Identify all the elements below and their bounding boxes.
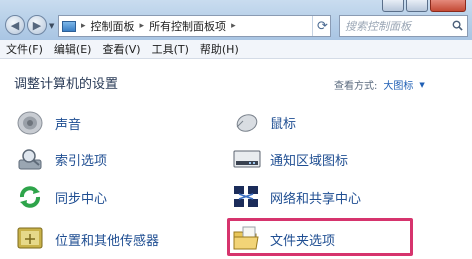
item-sync-center[interactable]: 同步中心 (55, 188, 107, 207)
location-sensors-icon (17, 227, 43, 249)
search-icon[interactable] (452, 20, 463, 31)
back-button[interactable]: ◀ (5, 15, 25, 35)
view-by-dropdown[interactable]: 大图标 (383, 77, 413, 92)
item-sync-center-label: 同步中心 (55, 192, 108, 207)
speaker-icon (17, 111, 43, 135)
control-panel-icon (62, 20, 76, 32)
breadcrumb-all-items[interactable]: 所有控制面板项 (149, 18, 226, 34)
title-bar: ◀ ▶ ▼ ▸ 控制面板 ▸ 所有控制面板项 ▸ ⟳ 搜索控制面板 (0, 0, 472, 40)
menu-help[interactable]: 帮助(H) (200, 41, 239, 57)
item-sound[interactable]: 声音 (55, 114, 81, 133)
item-network-sharing-center[interactable]: 网络和共享中心 (270, 188, 361, 207)
highlight-box (227, 218, 413, 256)
network-sharing-icon (234, 186, 258, 207)
breadcrumb-separator-icon[interactable]: ▸ (231, 21, 236, 31)
maximize-button[interactable] (406, 0, 428, 12)
breadcrumb-control-panel[interactable]: 控制面板 (91, 18, 135, 34)
forward-button[interactable]: ▶ (27, 15, 47, 35)
arrow-right-icon: ▶ (32, 18, 42, 32)
close-button[interactable] (430, 0, 466, 12)
item-network-sharing-center-label: 网络和共享中心 (270, 192, 362, 207)
view-by: 查看方式: 大图标 ▼ (334, 77, 425, 93)
menu-file[interactable]: 文件(F) (6, 41, 43, 57)
item-sound-label: 声音 (55, 118, 82, 133)
item-mouse-label: 鼠标 (270, 117, 297, 132)
menu-edit[interactable]: 编辑(E) (54, 41, 92, 57)
menu-bar: 文件(F) 编辑(E) 查看(V) 工具(T) 帮助(H) (0, 40, 472, 59)
breadcrumb-separator-icon[interactable]: ▸ (140, 21, 145, 31)
notification-area-icon (233, 150, 261, 168)
window-controls (382, 0, 466, 12)
page-title: 调整计算机的设置 (14, 77, 119, 92)
item-mouse[interactable]: 鼠标 (270, 113, 296, 132)
item-location-sensors-label: 位置和其他传感器 (55, 234, 160, 249)
item-indexing-options[interactable]: 索引选项 (55, 150, 107, 169)
view-by-label: 查看方式: (334, 81, 378, 92)
breadcrumb-separator-icon[interactable]: ▸ (81, 21, 86, 31)
menu-view[interactable]: 查看(V) (102, 41, 140, 57)
search-placeholder: 搜索控制面板 (345, 20, 411, 33)
history-dropdown[interactable]: ▼ (49, 22, 54, 30)
menu-tools[interactable]: 工具(T) (152, 41, 189, 57)
sync-center-icon (20, 186, 40, 208)
item-notification-area-icons-label: 通知区域图标 (270, 154, 349, 169)
item-location-sensors[interactable]: 位置和其他传感器 (55, 230, 159, 249)
minimize-button[interactable] (382, 0, 404, 12)
refresh-button[interactable]: ⟳ (312, 16, 332, 36)
item-notification-area-icons[interactable]: 通知区域图标 (270, 150, 348, 169)
arrow-left-icon: ◀ (10, 18, 20, 32)
address-bar[interactable]: ▸ 控制面板 ▸ 所有控制面板项 ▸ (58, 15, 331, 37)
mouse-icon (236, 114, 258, 132)
chevron-down-icon[interactable]: ▼ (419, 81, 424, 89)
item-indexing-options-label: 索引选项 (55, 154, 108, 169)
indexing-options-icon (18, 149, 42, 170)
refresh-icon: ⟳ (317, 18, 328, 34)
search-input[interactable]: 搜索控制面板 (339, 15, 468, 37)
